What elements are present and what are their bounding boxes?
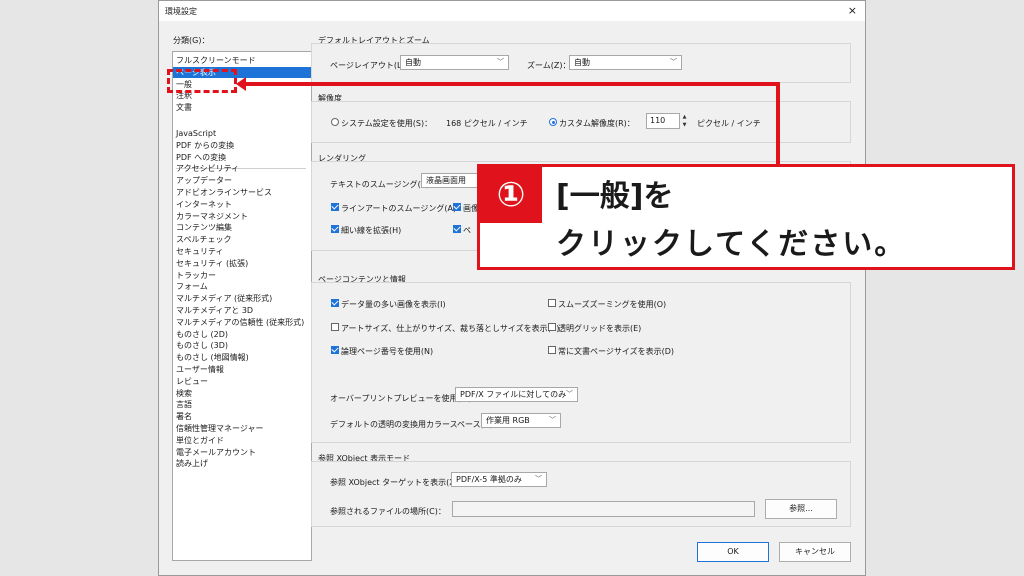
chevron-down-icon: ﹀ <box>566 390 573 398</box>
chevron-down-icon: ﹀ <box>535 475 542 483</box>
category-item[interactable]: フォーム <box>176 281 208 292</box>
zoom-label: ズーム(Z)： <box>527 61 571 70</box>
chevron-down-icon: ﹀ <box>497 58 504 66</box>
annotation-line-horizontal <box>244 82 780 86</box>
transparency-grid-checkbox[interactable] <box>548 323 556 331</box>
text-smoothing-value: 液晶画面用 <box>426 176 466 185</box>
overprint-select[interactable]: PDF/X ファイルに対してのみ ﹀ <box>455 387 578 402</box>
category-item[interactable]: カラーマネジメント <box>176 211 248 222</box>
overprint-value: PDF/X ファイルに対してのみ <box>460 390 567 399</box>
chevron-down-icon: ﹀ <box>549 416 556 424</box>
category-item[interactable]: アクセシビリティ <box>176 163 239 174</box>
category-item[interactable]: 読み上げ <box>176 458 208 469</box>
doc-page-size-label: 常に文書ページサイズを表示(D) <box>558 347 675 356</box>
dialog-title: 環境設定 <box>165 7 197 16</box>
category-item[interactable]: ものさし (2D) <box>176 329 228 340</box>
logical-page-checkbox[interactable] <box>331 346 339 354</box>
xobject-target-select[interactable]: PDF/X-5 準拠のみ ﹀ <box>451 472 547 487</box>
category-item[interactable]: レビュー <box>176 376 208 387</box>
category-item[interactable]: ものさし (3D) <box>176 340 228 351</box>
custom-resolution-unit: ピクセル / インチ <box>697 119 761 128</box>
category-item[interactable]: マルチメディアの信頼性 (従来形式) <box>176 317 304 328</box>
instruction-callout: ① [一般]を クリックしてください。 <box>477 164 1015 270</box>
transparency-grid-label: 透明グリッドを表示(E) <box>558 324 642 333</box>
art-trim-label: アートサイズ、仕上がりサイズ、裁ち落としサイズを表示(B) <box>341 324 560 333</box>
custom-resolution-label: カスタム解像度(R)： <box>559 119 635 128</box>
ok-button[interactable]: OK <box>697 542 769 562</box>
title-bar: 環境設定 × <box>159 1 865 21</box>
system-resolution-value: 168 ピクセル / インチ <box>446 119 528 128</box>
thin-lines-label: 細い線を拡張(H) <box>341 226 402 235</box>
logical-page-label: 論理ページ番号を使用(N) <box>341 347 434 356</box>
category-item[interactable]: 電子メールアカウント <box>176 447 256 458</box>
category-item[interactable]: マルチメディア (従来形式) <box>176 293 272 304</box>
text-smoothing-select[interactable]: 液晶画面用 <box>421 173 481 188</box>
chevron-down-icon: ﹀ <box>670 58 677 66</box>
callout-line-1: [一般]を <box>556 179 674 214</box>
line-art-smoothing-label: ラインアートのスムージング(A) <box>341 204 457 213</box>
page-layout-select[interactable]: 自動 ﹀ <box>400 55 509 70</box>
blend-space-value: 作業用 RGB <box>486 416 530 425</box>
category-item[interactable]: アップデーター <box>176 175 232 186</box>
category-item[interactable]: セキュリティ <box>176 246 224 257</box>
category-item[interactable]: PDF からの変換 <box>176 140 234 151</box>
large-images-label: データ量の多い画像を表示(I) <box>341 300 446 309</box>
smooth-zoom-label: スムーズズーミングを使用(O) <box>558 300 667 309</box>
step-number-badge: ① <box>480 167 542 223</box>
line-art-smoothing-checkbox[interactable] <box>331 203 339 211</box>
smooth-zoom-checkbox[interactable] <box>548 299 556 307</box>
category-item[interactable]: コンテンツ編集 <box>176 222 232 233</box>
category-item[interactable]: 検索 <box>176 388 192 399</box>
spinner-icon[interactable]: ▲ ▼ <box>680 113 689 129</box>
cancel-button[interactable]: キャンセル <box>779 542 851 562</box>
category-item[interactable]: JavaScript <box>176 128 216 139</box>
category-item[interactable]: 信頼性管理マネージャー <box>176 423 263 434</box>
category-item[interactable]: スペルチェック <box>176 234 231 245</box>
category-item[interactable]: アドビオンラインサービス <box>176 187 272 198</box>
category-item[interactable]: PDF への変換 <box>176 152 226 163</box>
blend-space-select[interactable]: 作業用 RGB ﹀ <box>481 413 561 428</box>
category-item[interactable]: マルチメディアと 3D <box>176 305 253 316</box>
image-smoothing-checkbox[interactable] <box>453 203 461 211</box>
category-item[interactable]: トラッカー <box>176 270 216 281</box>
page-cache-label: ペ <box>463 226 471 235</box>
category-item[interactable]: インターネット <box>176 199 232 210</box>
category-item[interactable]: 単位とガイド <box>176 435 224 446</box>
custom-resolution-radio[interactable] <box>549 118 557 126</box>
system-setting-radio[interactable] <box>331 118 339 126</box>
xobject-target-label: 参照 XObject ターゲットを表示(X)： <box>330 478 466 487</box>
close-icon[interactable]: × <box>848 4 857 17</box>
category-item[interactable]: ものさし (地図情報) <box>176 352 249 363</box>
category-label: 分類(G)： <box>173 36 210 45</box>
custom-resolution-input[interactable]: 110 <box>646 113 680 129</box>
annotation-line-vertical <box>776 82 780 166</box>
referenced-file-input[interactable] <box>452 501 755 517</box>
doc-page-size-checkbox[interactable] <box>548 346 556 354</box>
category-item[interactable]: 言語 <box>176 399 192 410</box>
referenced-file-label: 参照されるファイルの場所(C)： <box>330 507 446 516</box>
system-setting-label: システム設定を使用(S)： <box>341 119 433 128</box>
callout-line-2: クリックしてください。 <box>556 227 907 262</box>
blend-space-label: デフォルトの透明の変換用カラースペース(C)： <box>330 420 501 429</box>
zoom-select[interactable]: 自動 ﹀ <box>569 55 682 70</box>
thin-lines-checkbox[interactable] <box>331 225 339 233</box>
zoom-value: 自動 <box>574 58 590 67</box>
page-cache-checkbox[interactable] <box>453 225 461 233</box>
art-trim-checkbox[interactable] <box>331 323 339 331</box>
page-layout-value: 自動 <box>405 58 421 67</box>
highlight-general-box <box>167 69 237 93</box>
category-list[interactable]: フルスクリーンモード ページ表示 一般 注釈 文書 JavaScript PDF からの変換… <box>172 51 312 561</box>
category-item[interactable]: 署名 <box>176 411 192 422</box>
category-item[interactable]: ユーザー情報 <box>176 364 224 375</box>
browse-button[interactable]: 参照... <box>765 499 837 519</box>
category-item[interactable]: セキュリティ (拡張) <box>176 258 248 269</box>
xobject-target-value: PDF/X-5 準拠のみ <box>456 475 522 484</box>
category-item[interactable]: フルスクリーンモード <box>176 55 256 66</box>
large-images-checkbox[interactable] <box>331 299 339 307</box>
preferences-dialog: 環境設定 × 分類(G)： フルスクリーンモード ページ表示 一般 注釈 文書 JavaS… <box>158 0 866 576</box>
category-item[interactable]: 文書 <box>176 102 192 113</box>
